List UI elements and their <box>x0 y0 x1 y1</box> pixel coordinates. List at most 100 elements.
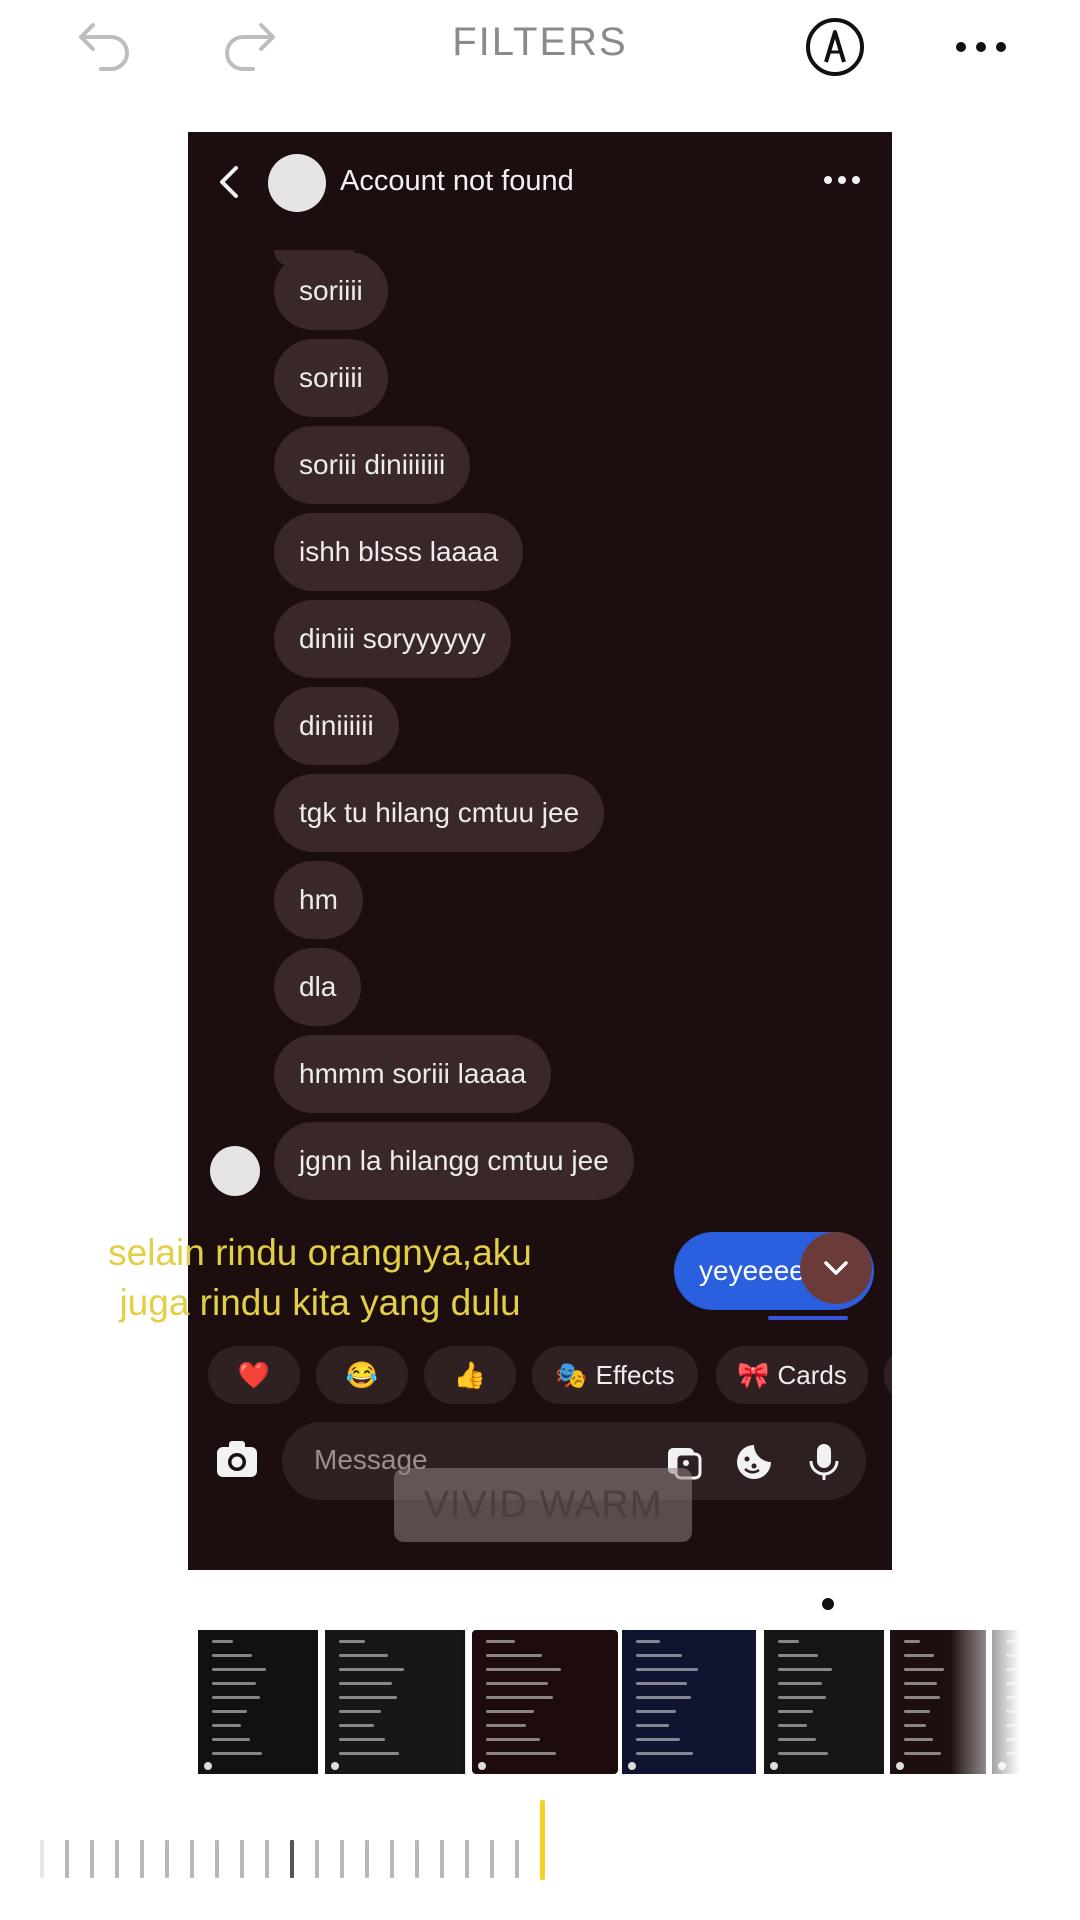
strip-fade <box>950 1628 1020 1776</box>
ruler-tick <box>165 1840 169 1878</box>
thumbnail-text-line <box>212 1738 251 1741</box>
more-dots-icon <box>824 176 860 184</box>
pen-markup-icon[interactable] <box>800 12 870 82</box>
photo-preview[interactable]: Account not found soriiii soriiii soriii… <box>188 132 892 1570</box>
thumbnail-text-line <box>778 1682 823 1685</box>
message-bubble: jgnn la hilangg cmtuu jee <box>274 1122 634 1200</box>
chat-header: Account not found <box>188 132 892 232</box>
message-bubble: diniiiiii <box>274 687 399 765</box>
thumbnail-text-line <box>636 1710 676 1713</box>
ruler-tick <box>115 1840 119 1878</box>
reaction-heart: ❤️ <box>208 1346 300 1404</box>
thumbnail-text-line <box>904 1710 930 1713</box>
thumbnail-text-line <box>486 1668 562 1671</box>
thumbnail-dot <box>896 1762 904 1770</box>
thumbnail-text-line <box>778 1710 813 1713</box>
thumbnail-text-line <box>339 1738 386 1741</box>
thumbnail-text-line <box>212 1640 234 1643</box>
thumbnail-text-line <box>778 1654 819 1657</box>
cards-label: Cards <box>777 1359 847 1390</box>
avatar <box>268 154 326 212</box>
cards-chip: 🎀 Cards <box>716 1346 868 1404</box>
ruler-tick <box>465 1840 469 1878</box>
thumbnail-text-line <box>486 1752 556 1755</box>
heart-icon: ❤️ <box>237 1359 271 1390</box>
thumbnail-text-line <box>636 1738 680 1741</box>
thumbnail-text-line <box>636 1752 694 1755</box>
back-chevron-icon <box>220 166 238 198</box>
thumbnail-text-line <box>778 1668 832 1671</box>
intensity-needle[interactable] <box>540 1800 545 1880</box>
thumbnail-text-line <box>778 1724 807 1727</box>
chat-contact-name: Account not found <box>340 165 574 197</box>
filters-toolbar: FILTERS <box>0 0 1080 100</box>
message-bubble: soriii diniiiiiii <box>274 426 471 504</box>
message-bubble: diniii soryyyyyy <box>274 600 511 678</box>
thumbnail-text-line <box>212 1668 266 1671</box>
thumbnail-text-line <box>486 1640 516 1643</box>
chip-partial <box>884 1346 892 1404</box>
intensity-slider[interactable] <box>40 1800 560 1880</box>
ruler-tick <box>90 1840 94 1878</box>
thumbnail-text-line <box>212 1682 257 1685</box>
ruler-tick <box>215 1840 219 1878</box>
thumbnail-text-line <box>636 1724 669 1727</box>
ruler-tick <box>315 1840 319 1878</box>
thumbnail-text-line <box>486 1710 535 1713</box>
microphone-icon <box>809 1444 839 1480</box>
thumbnail-text-line <box>778 1752 828 1755</box>
filter-thumbnail-original[interactable] <box>198 1630 318 1774</box>
thumbnail-dot <box>478 1762 486 1770</box>
thumbnail-text-line <box>339 1654 388 1657</box>
thumbnail-text-line <box>486 1696 553 1699</box>
thumbnail-text-line <box>486 1724 527 1727</box>
thumbnail-text-line <box>778 1640 800 1643</box>
thumbnail-text-line <box>778 1738 817 1741</box>
filter-thumbnail-vivid-cool[interactable] <box>622 1630 756 1774</box>
thumbnail-dot <box>331 1762 339 1770</box>
effects-chip: 🎭 Effects <box>532 1346 698 1404</box>
filter-thumbnail-dramatic[interactable] <box>764 1630 884 1774</box>
ruler-tick <box>440 1840 444 1878</box>
reaction-underline <box>768 1316 848 1320</box>
thumbnail-text-line <box>904 1682 938 1685</box>
message-bubble: soriiii <box>274 339 388 417</box>
cards-icon: 🎀 <box>737 1359 770 1390</box>
ruler-tick <box>65 1840 69 1878</box>
thumbnail-text-line <box>904 1654 935 1657</box>
thumbnail-text-line <box>486 1654 543 1657</box>
message-bubble: dla <box>274 948 362 1026</box>
reaction-thumbs-up: 👍 <box>424 1346 516 1404</box>
thumbnail-text-line <box>212 1654 253 1657</box>
filter-strip[interactable] <box>198 1628 1020 1776</box>
live-indicator-dot <box>822 1598 834 1610</box>
filter-thumbnail-vivid[interactable] <box>325 1630 465 1774</box>
thumbnail-dot <box>628 1762 636 1770</box>
thumbnail-text-line <box>486 1682 548 1685</box>
caption-overlay[interactable]: selain rindu orangnya,aku juga rindu kit… <box>40 1228 600 1328</box>
message-bubble: hm <box>274 861 363 939</box>
ruler-tick <box>390 1840 394 1878</box>
thumbnail-text-line <box>212 1710 247 1713</box>
scroll-down-button <box>800 1232 872 1304</box>
thumbnail-text-line <box>212 1696 260 1699</box>
message-bubble: soriiii <box>274 252 388 330</box>
thumbnail-text-line <box>636 1682 687 1685</box>
thumbnail-text-line <box>339 1696 397 1699</box>
camera-icon <box>217 1441 257 1477</box>
laughing-face-icon: 😂 <box>345 1359 379 1390</box>
ruler-tick <box>365 1840 369 1878</box>
ruler-tick <box>340 1840 344 1878</box>
ruler-tick <box>140 1840 144 1878</box>
thumbnail-text-line <box>778 1696 826 1699</box>
message-bubble: ishh blsss laaaa <box>274 513 524 591</box>
thumbnail-text-line <box>636 1668 698 1671</box>
thumbnail-text-line <box>636 1640 661 1643</box>
thumbnail-text-line <box>339 1640 365 1643</box>
sticker-icon <box>737 1445 771 1479</box>
filter-thumbnail-vivid-warm[interactable] <box>466 1628 624 1776</box>
thumbnail-text-line <box>904 1724 926 1727</box>
more-dots-icon[interactable] <box>946 12 1016 82</box>
thumbnail-text-line <box>904 1738 933 1741</box>
message-bubble: tgk tu hilang cmtuu jee <box>274 774 605 852</box>
